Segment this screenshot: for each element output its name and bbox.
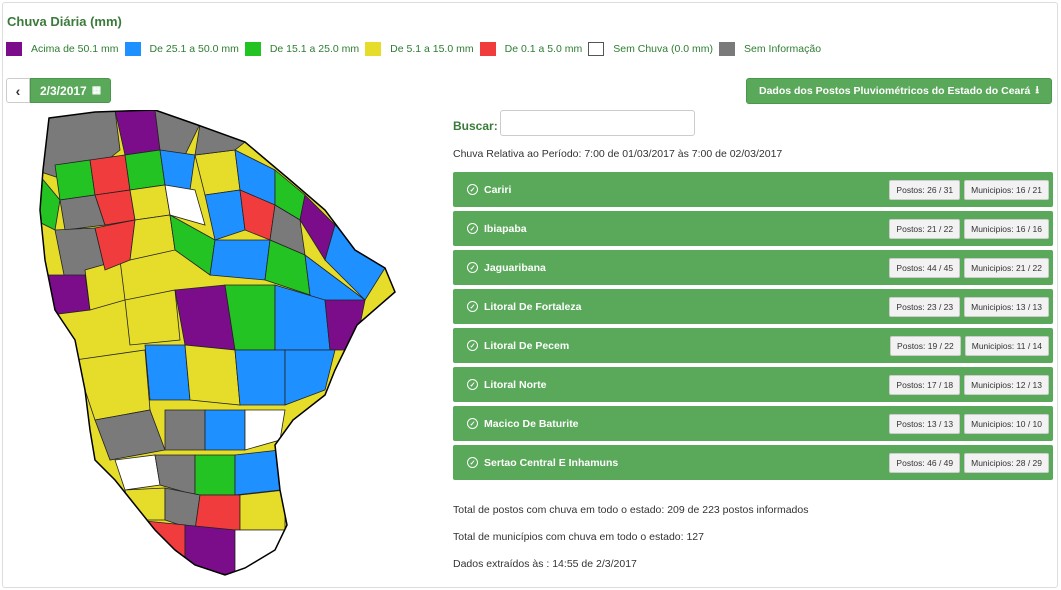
- municipios-badge: Municipios: 21 / 22: [964, 257, 1049, 278]
- legend-swatch: [365, 42, 382, 56]
- region-name: Litoral Norte: [484, 378, 547, 391]
- region-name: Sertao Central E Inhamuns: [484, 456, 619, 469]
- municipios-badge: Municipios: 12 / 13: [964, 374, 1049, 395]
- legend-item: Acima de 50.1 mm: [6, 42, 119, 56]
- map-svg[interactable]: [35, 109, 397, 578]
- check-circle-icon: ✓: [467, 223, 478, 234]
- region-name: Macico De Baturite: [484, 417, 579, 430]
- legend-item: De 25.1 a 50.0 mm: [124, 42, 239, 56]
- legend-swatch: [479, 42, 496, 56]
- check-circle-icon: ✓: [467, 184, 478, 195]
- legend-label: De 0.1 a 5.0 mm: [504, 43, 583, 55]
- region-row-litoral-norte[interactable]: ✓ Litoral Norte Postos: 17 / 18 Municipi…: [453, 367, 1053, 402]
- legend-item: De 0.1 a 5.0 mm: [479, 42, 583, 56]
- region-list: ✓ Cariri Postos: 26 / 31 Municipios: 16 …: [453, 172, 1053, 484]
- check-circle-icon: ✓: [467, 379, 478, 390]
- postos-badge: Postos: 13 / 13: [889, 413, 961, 434]
- legend-label: De 5.1 a 15.0 mm: [390, 43, 474, 55]
- stats-extraction-time: Dados extraídos às : 14:55 de 2/3/2017: [453, 558, 637, 570]
- postos-badge: Postos: 44 / 45: [889, 257, 961, 278]
- check-circle-icon: ✓: [467, 262, 478, 273]
- download-data-button[interactable]: Dados dos Postos Pluviométricos do Estad…: [746, 78, 1052, 104]
- legend-swatch: [6, 42, 22, 56]
- region-name: Ibiapaba: [484, 222, 527, 235]
- check-circle-icon: ✓: [467, 457, 478, 468]
- region-name: Litoral De Fortaleza: [484, 300, 582, 313]
- postos-badge: Postos: 21 / 22: [889, 218, 961, 239]
- region-row-litoral-de-pecem[interactable]: ✓ Litoral De Pecem Postos: 19 / 22 Munic…: [453, 328, 1053, 363]
- legend-label: Acima de 50.1 mm: [31, 43, 119, 55]
- period-text: Chuva Relativa ao Período: 7:00 de 01/03…: [453, 148, 783, 160]
- region-row-ibiapaba[interactable]: ✓ Ibiapaba Postos: 21 / 22 Municipios: 1…: [453, 211, 1053, 246]
- municipios-badge: Municipios: 13 / 13: [964, 296, 1049, 317]
- rain-legend: Acima de 50.1 mm De 25.1 a 50.0 mm De 15…: [6, 42, 827, 56]
- postos-badge: Postos: 17 / 18: [889, 374, 961, 395]
- municipios-badge: Municipios: 28 / 29: [964, 452, 1049, 473]
- municipios-badge: Municipios: 16 / 16: [964, 218, 1049, 239]
- legend-swatch: [719, 42, 736, 56]
- region-name: Litoral De Pecem: [484, 339, 570, 352]
- date-label: 2/3/2017: [40, 83, 87, 98]
- region-name: Jaguaribana: [484, 261, 546, 274]
- previous-date-button[interactable]: ‹: [6, 78, 30, 103]
- download-icon: ⭳: [1035, 84, 1039, 96]
- legend-label: Sem Informação: [744, 43, 822, 55]
- postos-badge: Postos: 26 / 31: [889, 179, 961, 200]
- download-label: Dados dos Postos Pluviométricos do Estad…: [759, 85, 1031, 97]
- check-circle-icon: ✓: [467, 340, 478, 351]
- stats-municipios: Total de municípios com chuva em todo o …: [453, 531, 704, 543]
- region-row-macico-de-baturite[interactable]: ✓ Macico De Baturite Postos: 13 / 13 Mun…: [453, 406, 1053, 441]
- legend-swatch: [124, 42, 141, 56]
- legend-item: Sem Informação: [719, 42, 821, 56]
- page-title: Chuva Diária (mm): [7, 14, 122, 29]
- region-row-jaguaribana[interactable]: ✓ Jaguaribana Postos: 44 / 45 Municipios…: [453, 250, 1053, 285]
- ceara-rain-map[interactable]: [35, 109, 397, 578]
- municipios-badge: Municipios: 10 / 10: [964, 413, 1049, 434]
- calendar-icon: ▦: [91, 85, 102, 96]
- region-name: Cariri: [484, 183, 512, 196]
- municipios-badge: Municipios: 16 / 21: [964, 179, 1049, 200]
- postos-badge: Postos: 19 / 22: [890, 335, 961, 356]
- check-circle-icon: ✓: [467, 301, 478, 312]
- chevron-left-icon: ‹: [15, 82, 21, 99]
- check-circle-icon: ✓: [467, 418, 478, 429]
- municipios-badge: Municipios: 11 / 14: [964, 335, 1049, 356]
- region-row-cariri[interactable]: ✓ Cariri Postos: 26 / 31 Municipios: 16 …: [453, 172, 1053, 207]
- region-row-litoral-de-fortaleza[interactable]: ✓ Litoral De Fortaleza Postos: 23 / 23 M…: [453, 289, 1053, 324]
- stats-postos: Total de postos com chuva em todo o esta…: [453, 504, 809, 516]
- legend-label: Sem Chuva (0.0 mm): [613, 43, 714, 55]
- postos-badge: Postos: 23 / 23: [889, 296, 961, 317]
- legend-item: Sem Chuva (0.0 mm): [588, 42, 713, 56]
- legend-label: De 15.1 a 25.0 mm: [269, 43, 360, 55]
- date-navigation: ‹ 2/3/2017 ▦: [6, 78, 112, 103]
- legend-label: De 25.1 a 50.0 mm: [149, 43, 239, 55]
- legend-item: De 5.1 a 15.0 mm: [365, 42, 474, 56]
- search-box: Buscar:: [453, 110, 695, 136]
- legend-swatch: [588, 42, 605, 56]
- region-row-sertao-central-e-inhamuns[interactable]: ✓ Sertao Central E Inhamuns Postos: 46 /…: [453, 445, 1053, 480]
- legend-swatch: [244, 42, 261, 56]
- search-label: Buscar:: [453, 119, 498, 133]
- postos-badge: Postos: 46 / 49: [889, 452, 961, 473]
- legend-item: De 15.1 a 25.0 mm: [244, 42, 360, 56]
- date-picker-button[interactable]: 2/3/2017 ▦: [30, 78, 112, 103]
- search-input[interactable]: [499, 110, 695, 136]
